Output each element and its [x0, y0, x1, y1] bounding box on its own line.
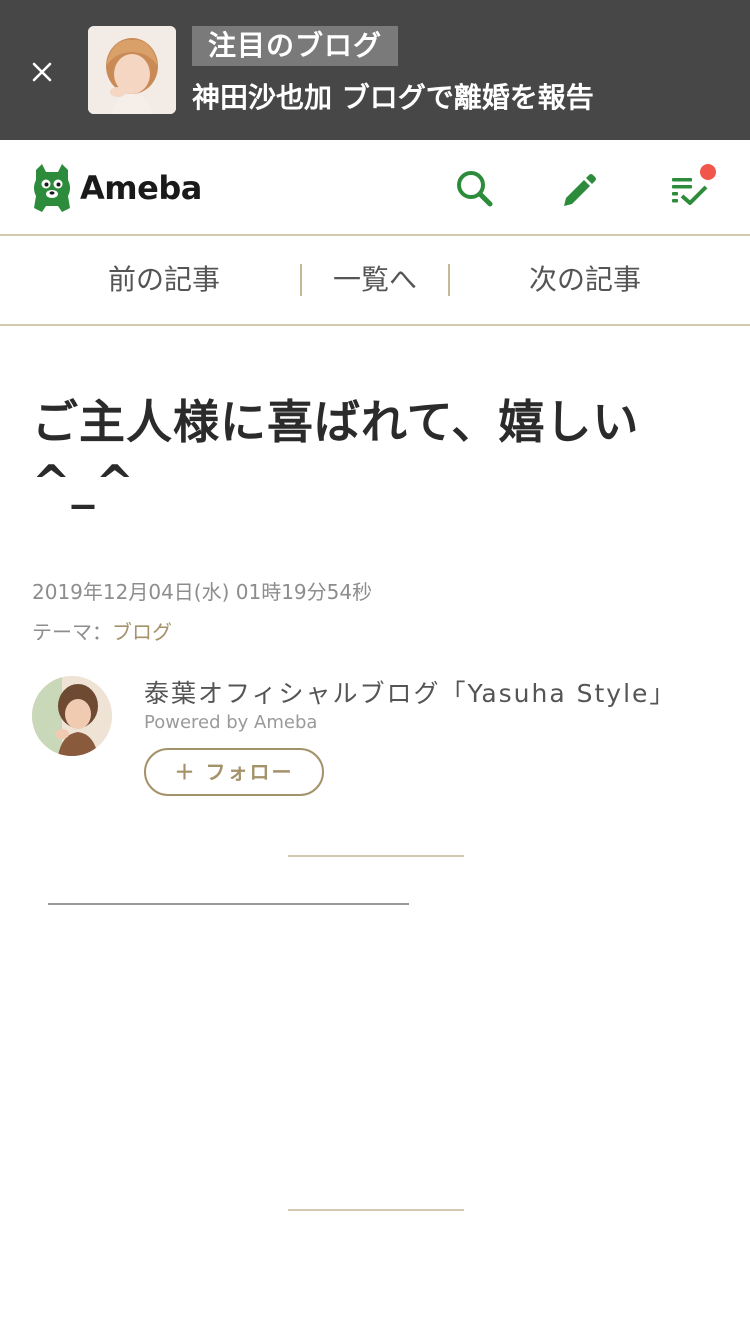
site-header: Ameba: [0, 140, 750, 236]
ameba-logo[interactable]: Ameba: [30, 160, 202, 216]
search-icon[interactable]: [452, 166, 496, 210]
avatar[interactable]: [32, 676, 112, 756]
notification-dot: [700, 164, 716, 180]
article-date: 2019年12月04日(水) 01時19分54秒: [32, 580, 373, 604]
article-navigation: 前の記事 一覧へ 次の記事: [0, 236, 750, 326]
close-icon[interactable]: [24, 54, 60, 90]
pencil-icon[interactable]: [556, 166, 600, 210]
theme-link[interactable]: ブログ: [112, 620, 172, 644]
ameba-mascot-icon: [34, 164, 70, 212]
banner-thumbnail[interactable]: [88, 26, 176, 114]
nav-separator: [448, 264, 450, 296]
next-article-link[interactable]: 次の記事: [460, 236, 710, 324]
article-title: ご主人様に喜ばれて、嬉しい^_^: [32, 395, 640, 509]
powered-by: Powered by Ameba: [144, 712, 318, 733]
article-theme: テーマ：ブログ: [32, 616, 172, 645]
featured-tag: 注目のブログ: [192, 26, 399, 66]
article-list-link[interactable]: 一覧へ: [302, 236, 448, 324]
section-divider: [288, 1209, 464, 1211]
logo-text: Ameba: [80, 169, 202, 207]
theme-label: テーマ：: [32, 620, 112, 644]
featured-blog-banner[interactable]: 注目のブログ 神田沙也加 ブログで離婚を報告: [0, 0, 750, 140]
prev-article-link[interactable]: 前の記事: [40, 236, 288, 324]
blog-name[interactable]: 泰葉オフィシャルブログ「Yasuha Style」: [144, 674, 676, 710]
banner-headline[interactable]: 神田沙也加 ブログで離婚を報告: [192, 78, 594, 118]
content-rule: [48, 903, 409, 905]
follow-button[interactable]: ＋ フォロー: [144, 748, 324, 796]
section-divider: [288, 855, 464, 857]
checklist-icon[interactable]: [668, 164, 716, 210]
